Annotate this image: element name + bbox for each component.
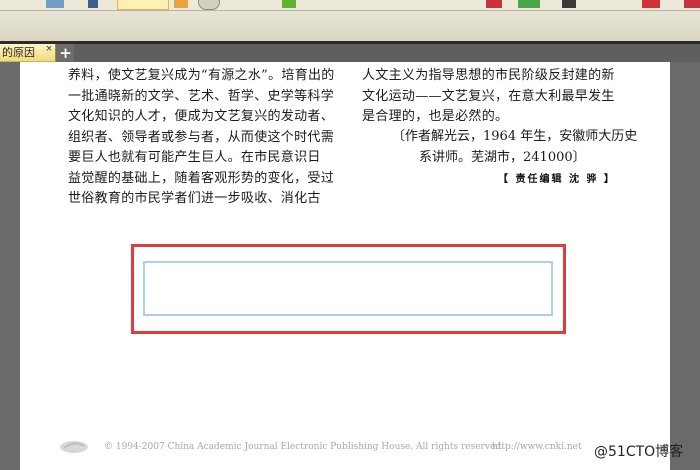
toolbar-icon[interactable] [88, 0, 98, 8]
toolbar-icon[interactable] [562, 0, 576, 8]
watermark: @51CTO博客 [594, 444, 684, 460]
text-line: 文化运动——文艺复兴，在意大利最早发生 [362, 88, 615, 104]
text-line: 要巨人也就有可能产生巨人。在市民意识日 [68, 150, 321, 165]
cnki-logo-icon [58, 438, 90, 456]
author-note: 〔作者解光云，1964 年生，安徽师大历史 系讲师。芜湖市，241000〕 [392, 126, 637, 168]
toolbar-icon[interactable] [282, 0, 296, 8]
toolbar-icon[interactable] [684, 0, 700, 8]
text-line: 是合理的，也是必然的。 [362, 109, 509, 124]
tab-title: 的原因 [2, 46, 35, 59]
tab-strip-empty [74, 44, 700, 62]
text-line: 一批通晓新的文学、艺术、哲学、史学等科学 [68, 88, 335, 104]
footer-copyright: © 1994-2007 China Academic Journal Elect… [104, 442, 504, 452]
text-line: 文化知识的人才，便成为文艺复兴的发动者、 [68, 109, 335, 124]
toolbar-icon[interactable] [642, 0, 660, 8]
article-column-right: 人文主义为指导思想的市民阶级反封建的新 文化运动——文艺复兴，在意大利最早发生 … [362, 66, 652, 128]
viewer-background [0, 62, 20, 470]
toolbar-icon[interactable] [518, 0, 540, 8]
toolbar [0, 0, 700, 11]
text-line: 养料，使文艺复兴成为“有源之水”。培育出的 [68, 68, 335, 83]
footer-url: http://www.cnki.net [492, 442, 582, 452]
text-line: 人文主义为指导思想的市民阶级反封建的新 [362, 68, 615, 83]
new-tab-button[interactable]: + [58, 46, 73, 61]
text-line: 世俗教育的市民学者们进一步吸收、消化古 [68, 191, 321, 206]
viewer-background [670, 62, 700, 470]
text-line: 〔作者解光云，1964 年生，安徽师大历史 [392, 129, 638, 144]
text-line: 系讲师。芜湖市，241000〕 [419, 150, 586, 165]
toolbar-icon[interactable] [46, 0, 64, 8]
text-line: 组织者、领导者或参与者，从而使这个时代需 [68, 129, 335, 145]
toolbar-icon[interactable] [198, 0, 220, 10]
tab-close-icon[interactable]: × [44, 44, 54, 56]
form-text-field[interactable] [143, 261, 553, 316]
editor-credit: 【 责任编辑 沈 骅 】 [498, 174, 616, 185]
toolbar-icon[interactable] [486, 0, 502, 8]
tab-strip [0, 11, 700, 44]
toolbar-button[interactable] [117, 0, 169, 10]
text-line: 益觉醒的基础上，随着客观形势的变化，受过 [68, 170, 335, 186]
toolbar-icon[interactable] [174, 0, 188, 8]
article-column-left: 养料，使文艺复兴成为“有源之水”。培育出的 一批通晓新的文学、艺术、哲学、史学等… [68, 66, 353, 210]
